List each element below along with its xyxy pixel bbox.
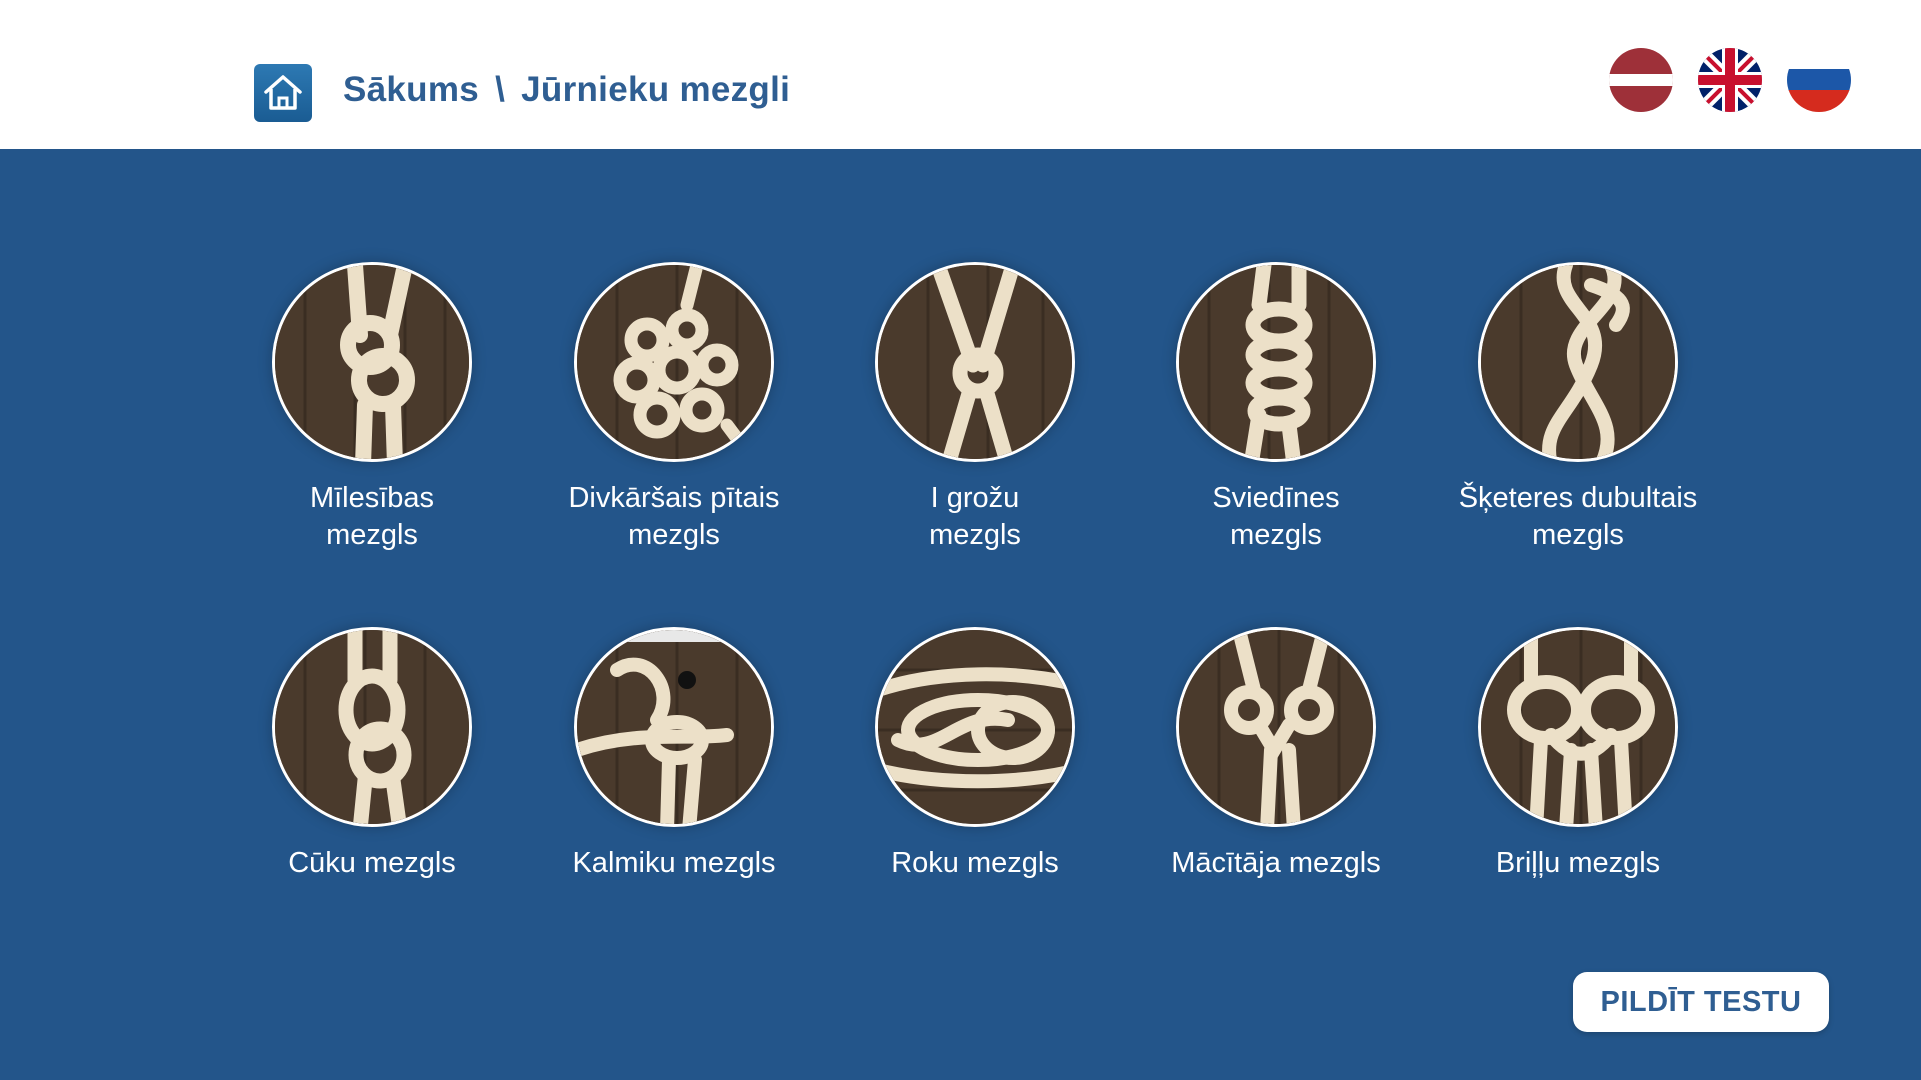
knot-card-divkarsais-pitais[interactable]: Divkāršais pītais mezgls [524, 262, 824, 554]
knot-label: Mīlesības mezgls [309, 482, 435, 551]
language-ru-button[interactable] [1787, 48, 1851, 112]
breadcrumb-current: Jūrnieku mezgli [521, 70, 791, 109]
uk-flag-icon [1698, 48, 1762, 112]
knot-label: Šķeteres dubultais mezgls [1458, 482, 1698, 551]
knot-label: Cūku mezgls [288, 847, 456, 879]
knot-photo [875, 627, 1075, 827]
home-button[interactable] [254, 64, 312, 122]
knot-card-cuku[interactable]: Cūku mezgls [222, 627, 522, 882]
knot-card-milesibas[interactable]: Mīlesības mezgls [222, 262, 522, 554]
knot-photo [1176, 627, 1376, 827]
language-en-button[interactable] [1698, 48, 1762, 112]
rope-knot-image [577, 265, 771, 459]
knot-photo [272, 627, 472, 827]
knot-label: I grožu mezgls [929, 482, 1021, 551]
rope-knot-image [1481, 630, 1675, 824]
home-icon [264, 75, 302, 110]
knot-photo [1176, 262, 1376, 462]
rope-knot-image [878, 265, 1072, 459]
latvia-flag-icon [1609, 48, 1673, 112]
rope-knot-image [1481, 265, 1675, 459]
knot-card-sketeres-dubultais[interactable]: Šķeteres dubultais mezgls [1428, 262, 1728, 554]
rope-knot-image [275, 265, 469, 459]
knot-label: Briļļu mezgls [1495, 847, 1661, 879]
rope-knot-image [1179, 630, 1373, 824]
language-lv-button[interactable] [1609, 48, 1673, 112]
breadcrumb: Sākums \ Jūrnieku mezgli [343, 70, 790, 110]
knot-label: Mācītāja mezgls [1171, 847, 1381, 879]
knot-card-sviedines[interactable]: Sviedīnes mezgls [1126, 262, 1426, 554]
knot-photo [1478, 262, 1678, 462]
knot-label: Roku mezgls [891, 847, 1059, 879]
knot-card-brillu[interactable]: Briļļu mezgls [1428, 627, 1728, 882]
knot-photo [574, 262, 774, 462]
knot-card-kalmiku[interactable]: Kalmiku mezgls [524, 627, 824, 882]
take-test-button[interactable]: PILDĪT TESTU [1573, 972, 1829, 1032]
knot-photo [1478, 627, 1678, 827]
breadcrumb-home-link[interactable]: Sākums [343, 70, 479, 109]
knot-label: Kalmiku mezgls [572, 847, 776, 879]
knot-label: Divkāršais pītais mezgls [568, 482, 780, 551]
knot-photo [574, 627, 774, 827]
rope-knot-image [878, 630, 1072, 824]
rope-knot-image [275, 630, 469, 824]
breadcrumb-separator: \ [495, 70, 506, 109]
top-bar: Sākums \ Jūrnieku mezgli [0, 0, 1921, 149]
knot-label: Sviedīnes mezgls [1212, 482, 1340, 551]
rope-knot-image [1179, 265, 1373, 459]
knot-photo [272, 262, 472, 462]
knot-card-i-grozu[interactable]: I grožu mezgls [825, 262, 1125, 554]
knot-card-roku[interactable]: Roku mezgls [825, 627, 1125, 882]
rope-knot-image [577, 630, 771, 824]
knot-card-macitaja[interactable]: Mācītāja mezgls [1126, 627, 1426, 882]
knot-photo [875, 262, 1075, 462]
russia-flag-icon [1787, 48, 1851, 112]
